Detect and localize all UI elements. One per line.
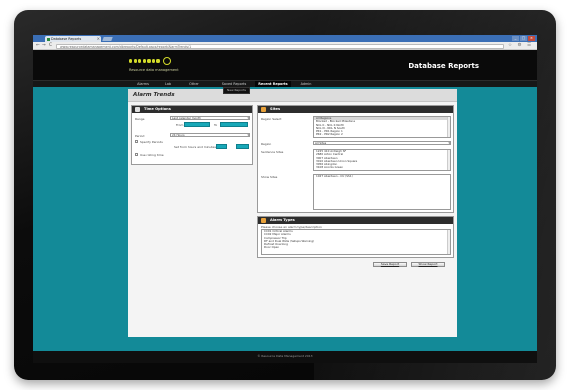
alarm-types-listbox[interactable]: CC01 Critical Alarms CC02 Major Alarms C… <box>261 229 451 255</box>
alarm-types-header: Alarm Types <box>258 217 453 224</box>
browser-tools-icons[interactable]: ☆ ⚙ ☰ <box>508 43 533 48</box>
time-options-panel: Time Options Range Last calendar month ▾ … <box>131 105 253 165</box>
region-select-label: Region Select <box>261 117 282 121</box>
new-tab-button[interactable] <box>102 37 113 41</box>
alarm-icon <box>261 218 266 223</box>
hours-input[interactable] <box>216 144 227 149</box>
save-report-button[interactable]: Save Report <box>373 262 407 267</box>
sites-listbox[interactable]: 1225 410 Ardleigh SF 2680 Acton Central … <box>313 149 451 171</box>
region-dropdown[interactable]: All Sites ▾ <box>313 141 451 145</box>
sentence-sites-label: Sentence Sites <box>261 150 284 154</box>
address-bar[interactable]: www.resourcedatamanagement.com/dbreports… <box>56 43 504 49</box>
rolling-time-checkbox[interactable] <box>135 153 138 156</box>
show-report-button[interactable]: Show Report <box>411 262 445 267</box>
minutes-input[interactable] <box>236 144 249 149</box>
time-options-header: Time Options <box>132 106 252 113</box>
clock-icon <box>135 107 140 112</box>
list-item[interactable]: Door Open <box>262 246 450 250</box>
warning-icon <box>261 107 266 112</box>
scrollbar[interactable] <box>447 117 450 137</box>
window-controls: _ □ × <box>512 36 535 41</box>
from-date-input[interactable] <box>184 122 210 127</box>
alarm-types-panel: Alarm Types Please choose an alarm type/… <box>257 216 454 258</box>
sites-header: Sites <box>258 106 453 113</box>
rolling-time-label: Use rolling time <box>140 153 164 157</box>
main-menu: Alarms Lab Other Saved Reports Recent Re… <box>33 80 537 88</box>
show-sites-label: Show Sites <box>261 175 278 179</box>
minimize-button[interactable]: _ <box>512 36 519 41</box>
specify-periods-label: Specify Periods <box>140 140 163 144</box>
page-title: Alarm Trends <box>128 89 457 102</box>
period-label: Period <box>135 134 145 138</box>
close-window-button[interactable]: × <box>528 36 535 41</box>
footer: © Resource Data Management 2013 <box>33 351 537 363</box>
region-listbox[interactable]: All Regions Blocked - Blocked Milestone … <box>313 116 451 138</box>
laptop-frame: Database Reports × _ □ × ← → C www.resou… <box>14 10 556 380</box>
reload-button[interactable]: C <box>49 43 52 49</box>
gauge-icon <box>163 57 172 65</box>
list-item[interactable]: PR2 - PR2 Region 2 <box>314 133 450 137</box>
copyright-text: © Resource Data Management 2013 <box>257 354 313 358</box>
region-label: Region <box>261 142 272 146</box>
to-date-input[interactable] <box>220 122 248 127</box>
stage: Database Reports × _ □ × ← → C www.resou… <box>0 0 571 390</box>
from-label: From <box>176 123 184 127</box>
logo-dots-icon <box>129 57 187 65</box>
browser-tab-bar: Database Reports × _ □ × <box>33 35 537 42</box>
period-select[interactable]: 24 Hours ▾ <box>170 133 250 137</box>
show-sites-listbox[interactable]: 1027 Aberdeen - CU (SS1) <box>313 174 451 210</box>
scrollbar[interactable] <box>447 230 450 254</box>
hours-minutes-label: Set from hours and minutes <box>174 145 216 149</box>
page-body: Alarm Trends Time Options Range Last cal… <box>33 87 537 351</box>
browser-toolbar: ← → C www.resourcedatamanagement.com/dbr… <box>33 42 537 50</box>
favicon-icon <box>46 37 50 41</box>
app-header: Resource data management Database Report… <box>33 50 537 80</box>
forward-button[interactable]: → <box>42 43 46 49</box>
back-button[interactable]: ← <box>36 43 40 49</box>
sites-panel: Sites Region Select All Regions Blocked … <box>257 105 454 213</box>
list-item[interactable]: 1027 Aberdeen - CU (SS1) <box>314 175 450 178</box>
maximize-button[interactable]: □ <box>520 36 527 41</box>
scrollbar[interactable] <box>447 150 450 170</box>
range-label: Range <box>135 117 145 121</box>
content-area: Alarm Trends Time Options Range Last cal… <box>128 89 457 337</box>
submenu-new-reports[interactable]: New Reports <box>223 87 250 94</box>
to-label: To <box>214 123 218 127</box>
browser-tab-title: Database Reports <box>51 37 82 41</box>
app-title: Database Reports <box>408 62 479 70</box>
screen: Database Reports × _ □ × ← → C www.resou… <box>33 35 537 363</box>
logo-text: Resource data management <box>129 68 179 72</box>
list-item[interactable]: 3108 Acocks Green <box>314 166 450 170</box>
specify-periods-checkbox[interactable] <box>135 140 138 143</box>
rdm-logo[interactable]: Resource data management <box>129 57 187 75</box>
range-select[interactable]: Last calendar month ▾ <box>170 116 250 120</box>
